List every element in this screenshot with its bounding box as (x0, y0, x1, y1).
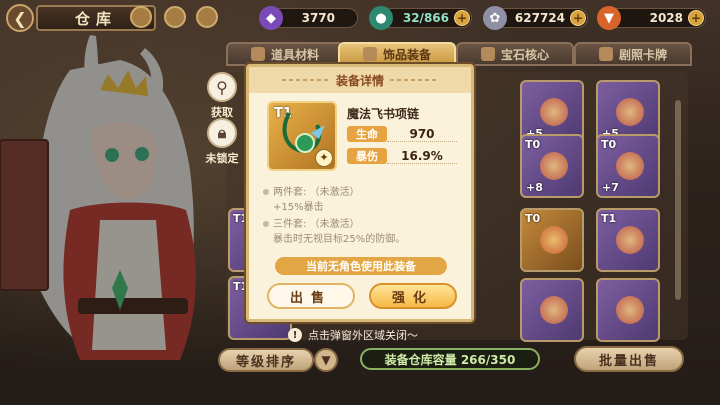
bullet-icon (263, 189, 269, 195)
sort-button[interactable]: 等级排序 (218, 348, 314, 372)
grid-scrollbar[interactable] (675, 100, 681, 300)
sell-button[interactable]: 出售 (267, 283, 355, 309)
stat-value: 16.9% (387, 149, 457, 164)
upgrade-button[interactable]: 强化 (369, 283, 457, 309)
item-name: 魔法飞书项链 (347, 107, 420, 121)
stat-row: 暴伤 16.9% (347, 147, 457, 165)
coin-icon: ✿ (483, 6, 507, 30)
stat-row: 生命 970 (347, 125, 457, 143)
grid-slot[interactable] (596, 278, 660, 342)
dialog-header: 装备详情 (249, 67, 471, 93)
equip-status-banner: 当前无角色使用此装备 (275, 257, 447, 275)
header-divider (390, 79, 438, 81)
tab-equipment[interactable]: 饰品装备 (338, 42, 456, 66)
slot-level: +7 (602, 181, 619, 194)
resource-carrot-value: 2028 (649, 11, 683, 25)
close-hint: ! 点击弹窗外区域关闭～ (288, 326, 418, 344)
item-icon (616, 152, 644, 180)
gems-tab-icon (480, 47, 495, 61)
header-divider (281, 79, 330, 81)
bulk-sell-label: 批量出售 (598, 353, 659, 369)
back-icon: ❮ (13, 8, 27, 28)
chevron-down-icon: ▼ (321, 353, 331, 367)
tab-gems-label: 宝石核心 (500, 47, 549, 62)
set-bonus-desc: +15%暴击 (273, 202, 324, 213)
stat-value: 970 (387, 127, 457, 142)
tab-materials[interactable]: 道具材料 (226, 42, 344, 66)
compass-icon (164, 6, 186, 28)
item-icon (616, 226, 644, 254)
lock-label: 未锁定 (205, 152, 239, 165)
set-bonus-2: 两件套: （未激活） +15%暴击 (263, 185, 461, 215)
grid-slot[interactable]: T1 (596, 208, 660, 272)
tab-cards[interactable]: 剧照卡牌 (574, 42, 692, 66)
equipment-detail-dialog: 装备详情 T1 ✦ 魔法飞书项链 生命 970 暴伤 16.9% 两件套: （未… (246, 64, 474, 322)
grid-slot[interactable]: T0 +7 (596, 134, 660, 198)
equipment-tab-icon (362, 47, 377, 61)
add-stamina-button[interactable]: + (454, 10, 470, 26)
carrot-icon: ▼ (597, 6, 621, 30)
acquire-button[interactable]: ⚲ 获取 (200, 72, 244, 120)
stat-label: 生命 (347, 126, 387, 142)
page-title-text: 仓库 (74, 9, 117, 28)
tab-equipment-label: 饰品装备 (382, 47, 431, 62)
upgrade-label: 强化 (391, 290, 434, 306)
sort-label: 等级排序 (235, 354, 296, 370)
set-bonus-title: 三件套: （未激活） (273, 219, 360, 230)
close-hint-text: 点击弹窗外区域关闭～ (308, 329, 418, 342)
grid-slot[interactable]: T0 +8 (520, 134, 584, 198)
item-icon (616, 98, 644, 126)
resource-crystal: ◆ 3770 (259, 6, 358, 30)
bulk-sell-button[interactable]: 批量出售 (574, 346, 684, 372)
cards-tab-icon (598, 47, 613, 61)
materials-tab-icon (250, 47, 265, 61)
equip-status-text: 当前无角色使用此装备 (306, 260, 416, 273)
magnifier-icon: ⚲ (207, 72, 237, 102)
stamina-icon: ● (369, 6, 393, 30)
resource-coin-value: 627724 (514, 11, 565, 25)
resource-stamina: ● 32/866 + (369, 6, 472, 30)
resource-crystal-value: 3770 (301, 11, 335, 25)
item-icon (540, 152, 568, 180)
tab-cards-label: 剧照卡牌 (618, 47, 667, 62)
slot-level: +8 (526, 181, 543, 194)
add-carrot-button[interactable]: + (688, 10, 704, 26)
back-button[interactable]: ❮ (6, 4, 34, 32)
stat-label: 暴伤 (347, 148, 387, 164)
set-bonus-3: 三件套: （未激活） 暴击时无视目标25%的防御。 (263, 217, 461, 247)
chest-icon (196, 6, 218, 28)
storage-capacity-text: 装备仓库容量 266/350 (384, 352, 516, 367)
storage-capacity: 装备仓库容量 266/350 (360, 348, 540, 370)
lock-toggle[interactable]: 🔒︎ 未锁定 (200, 118, 244, 166)
item-lock-icon: ✦ (315, 149, 333, 167)
item-preview: T1 ✦ (267, 101, 337, 171)
item-icon (540, 98, 568, 126)
item-icon (540, 296, 568, 324)
slot-tier: T0 (601, 138, 617, 151)
resource-coin: ✿ 627724 + (483, 6, 588, 30)
clover-icon (130, 6, 152, 28)
item-icon (616, 296, 644, 324)
set-bonus-title: 两件套: （未激活） (273, 187, 360, 198)
tab-materials-label: 道具材料 (270, 47, 319, 62)
grid-slot[interactable]: T0 (520, 208, 584, 272)
slot-tier: T1 (601, 212, 617, 225)
grid-slot[interactable] (520, 278, 584, 342)
item-icon (540, 226, 568, 254)
sell-label: 出售 (289, 290, 332, 306)
sort-dropdown-button[interactable]: ▼ (314, 348, 338, 372)
slot-tier: T0 (525, 212, 541, 225)
top-bar: ❮ 仓库 ◆ 3770 ● 32/866 + ✿ 627724 + ▼ 2028… (0, 0, 720, 36)
add-coin-button[interactable]: + (570, 10, 586, 26)
info-icon: ! (288, 328, 302, 342)
slot-tier: T0 (525, 138, 541, 151)
crystal-icon: ◆ (259, 6, 283, 30)
set-bonus-desc: 暴击时无视目标25%的防御。 (273, 234, 406, 245)
lock-icon: 🔒︎ (207, 118, 237, 148)
dialog-title: 装备详情 (335, 73, 384, 88)
resource-carrot: ▼ 2028 + (597, 6, 706, 30)
resource-stamina-value: 32/866 (402, 11, 449, 25)
bullet-icon (263, 221, 269, 227)
tab-gems[interactable]: 宝石核心 (456, 42, 574, 66)
